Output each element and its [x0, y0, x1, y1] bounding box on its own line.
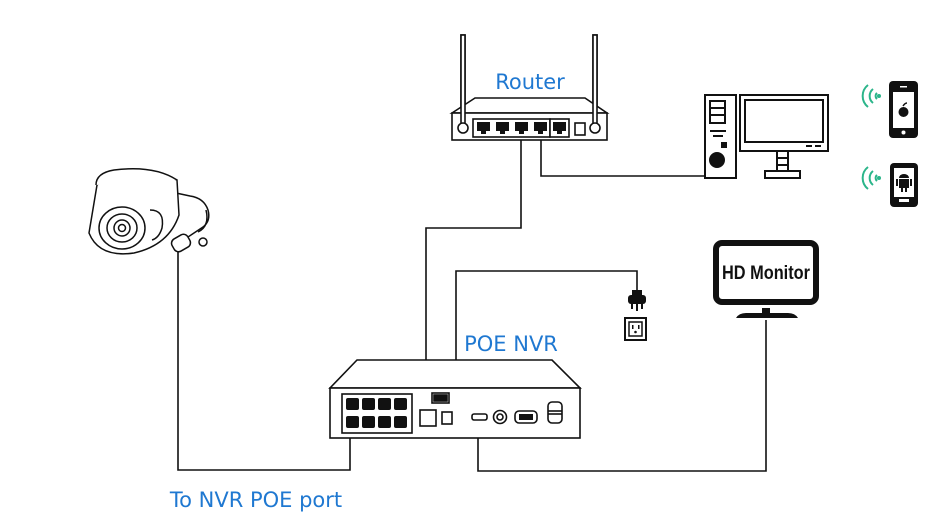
monitor-label: HD Monitor — [722, 263, 811, 284]
router-label: Router — [495, 70, 565, 94]
power-plug-icon — [628, 290, 646, 311]
wifi-icon — [861, 84, 881, 190]
camera-to-nvr-cable — [177, 252, 351, 471]
android-phone-icon — [890, 163, 918, 207]
nvr-icon — [328, 359, 582, 439]
power-outlet-icon — [624, 317, 647, 341]
desktop-computer-icon — [704, 94, 829, 179]
dome-camera-icon — [88, 168, 210, 255]
router-to-pc-cable — [540, 140, 705, 177]
nvr-label: POE NVR — [464, 332, 558, 356]
camera-port-label: To NVR POE port — [169, 488, 342, 512]
apple-phone-icon — [889, 81, 918, 138]
network-diagram: Router HD Monitor POE NVR To NVR POE por… — [88, 34, 918, 512]
